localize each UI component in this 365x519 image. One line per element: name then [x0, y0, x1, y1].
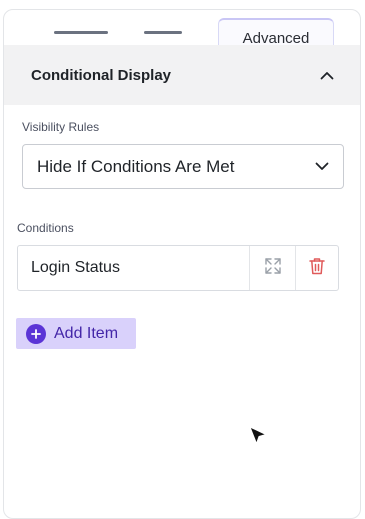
add-item-button[interactable]: Add Item [16, 318, 136, 349]
conditional-display-header[interactable]: Conditional Display [4, 45, 360, 105]
visibility-rules-select[interactable]: Hide If Conditions Are Met [22, 144, 344, 189]
conditions-label: Conditions [17, 221, 74, 235]
chevron-down-icon [315, 158, 329, 176]
expand-icon [264, 257, 282, 280]
trash-icon [309, 257, 325, 280]
visibility-rules-value: Hide If Conditions Are Met [37, 156, 235, 176]
chevron-up-icon[interactable] [320, 68, 334, 82]
tab-style[interactable] [144, 31, 182, 34]
plus-circle-icon [26, 323, 46, 344]
visibility-rules-label: Visibility Rules [22, 120, 100, 134]
expand-button[interactable] [249, 246, 295, 290]
tab-general[interactable] [54, 31, 108, 34]
mouse-pointer-icon [249, 426, 269, 453]
condition-row[interactable]: Login Status [17, 245, 339, 291]
add-item-label: Add Item [54, 324, 119, 342]
condition-name: Login Status [31, 259, 120, 276]
settings-panel: Advanced Conditional Display Visibility … [3, 9, 361, 519]
section-title: Conditional Display [31, 66, 172, 84]
delete-button[interactable] [295, 246, 338, 290]
